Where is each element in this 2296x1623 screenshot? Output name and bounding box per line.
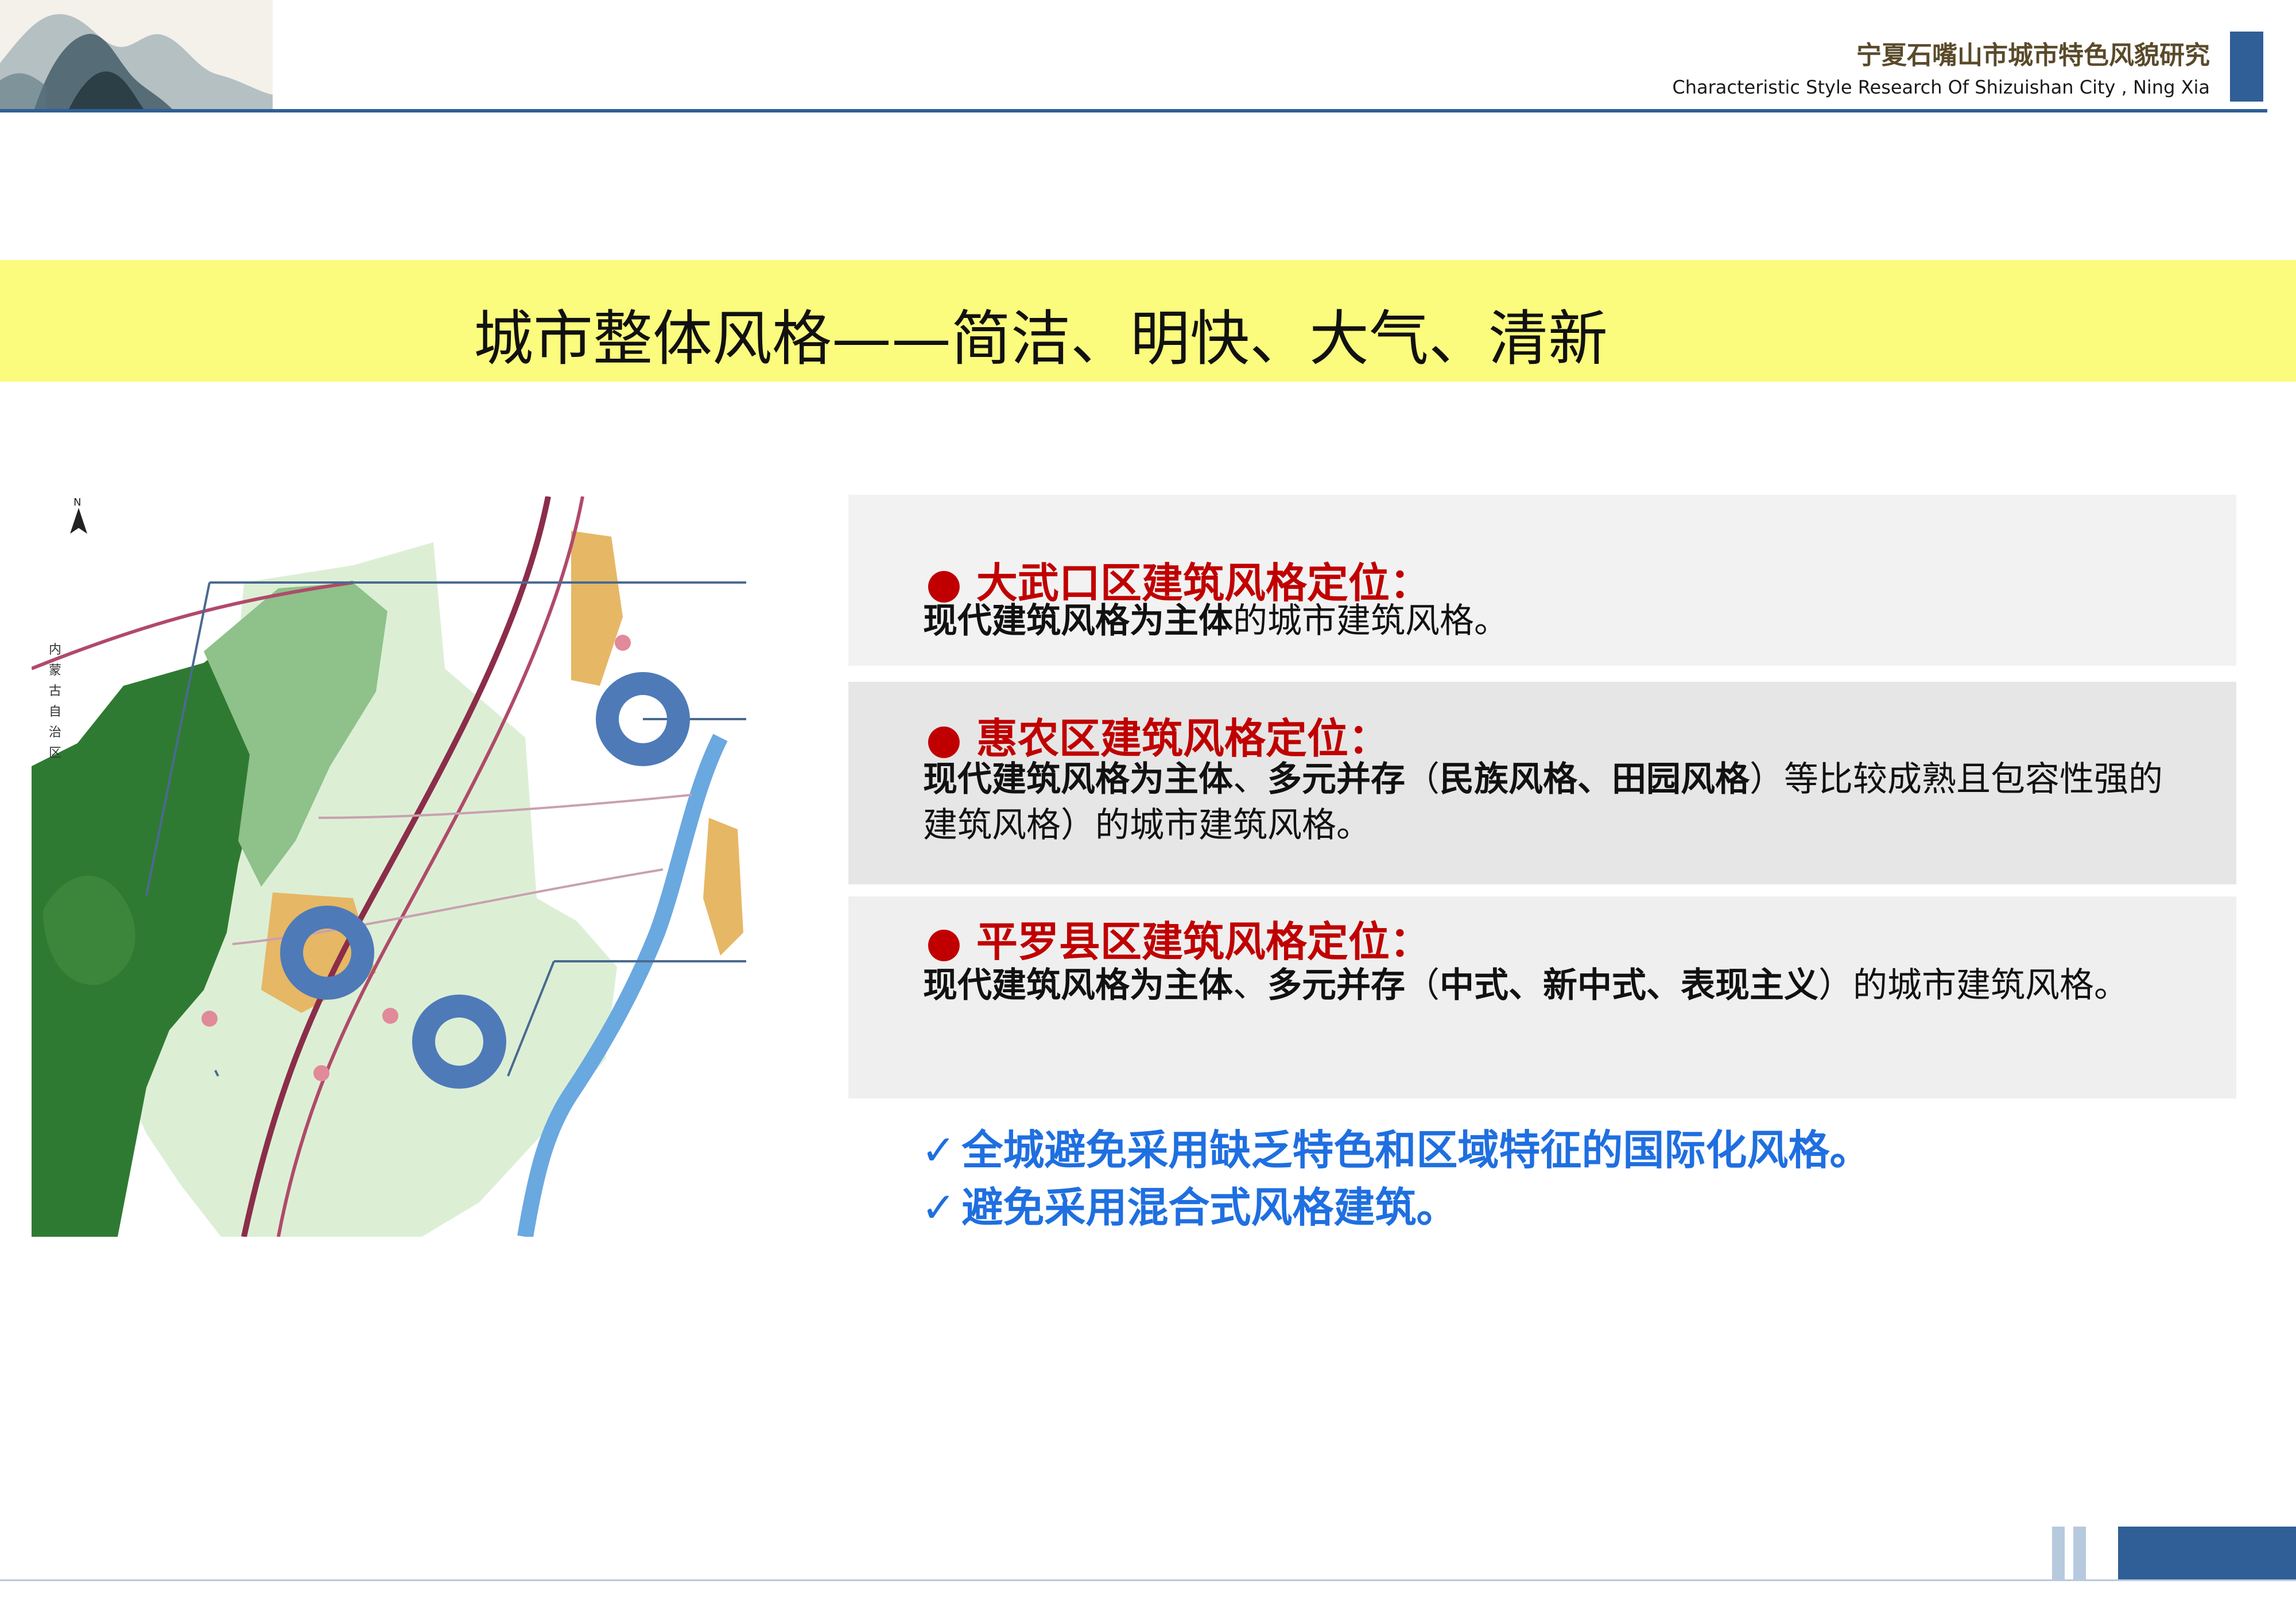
panel-body: 现代建筑风格为主体、多元并存（中式、新中式、表现主义）的城市建筑风格。 (923, 965, 2128, 1005)
bullet-dot-icon: ● (926, 918, 962, 966)
panel-huinong: ● 惠农区建筑风格定位： 现代建筑风格为主体、多元并存（民族风格、田园风格）等比… (848, 682, 2236, 884)
check-icon: ✓ (921, 1126, 956, 1174)
check-item: ✓ 避免采用混合式风格建筑。 (921, 1183, 1458, 1232)
panel-body: 现代建筑风格为主体的城市建筑风格。 (923, 601, 1508, 641)
footer-bar-light (2052, 1527, 2065, 1579)
north-arrow-icon (64, 505, 93, 539)
panel-body: 现代建筑风格为主体、多元并存（民族风格、田园风格）等比较成熟且包容性强的建筑风格… (923, 759, 2163, 845)
header-divider (0, 109, 2267, 112)
panel-title: 惠农区建筑风格定位： (976, 715, 1390, 763)
check-item: ✓ 全城避免采用缺乏特色和区域特征的国际化风格。 (921, 1126, 1871, 1174)
footer-divider (0, 1579, 2296, 1581)
panel-dawukou: ● 大武口区建筑风格定位： 现代建筑风格为主体的城市建筑风格。 (848, 495, 2236, 666)
panel-title: 平罗县区建筑风格定位： (976, 918, 1431, 966)
header-accent-bar (2230, 32, 2263, 102)
header-title: 宁夏石嘴山市城市特色风貌研究 (1856, 41, 2210, 70)
check-icon: ✓ (921, 1183, 956, 1232)
city-map: N 内蒙古自治区 (30, 496, 852, 1238)
header-subtitle: Characteristic Style Research Of Shizuis… (1672, 76, 2210, 98)
footer-bar-dark (2118, 1527, 2296, 1579)
panel-pingluo: ● 平罗县区建筑风格定位： 现代建筑风格为主体、多元并存（中式、新中式、表现主义… (848, 896, 2236, 1098)
north-label: N (73, 496, 82, 508)
bullet-dot-icon: ● (926, 715, 962, 763)
banner-title: 城市整体风格——简洁、明快、大气、清新 (474, 304, 1608, 374)
footer-bar-light (2073, 1527, 2086, 1579)
header-landscape-art (0, 0, 273, 109)
map-region-label: 内蒙古自治区 (49, 643, 62, 760)
